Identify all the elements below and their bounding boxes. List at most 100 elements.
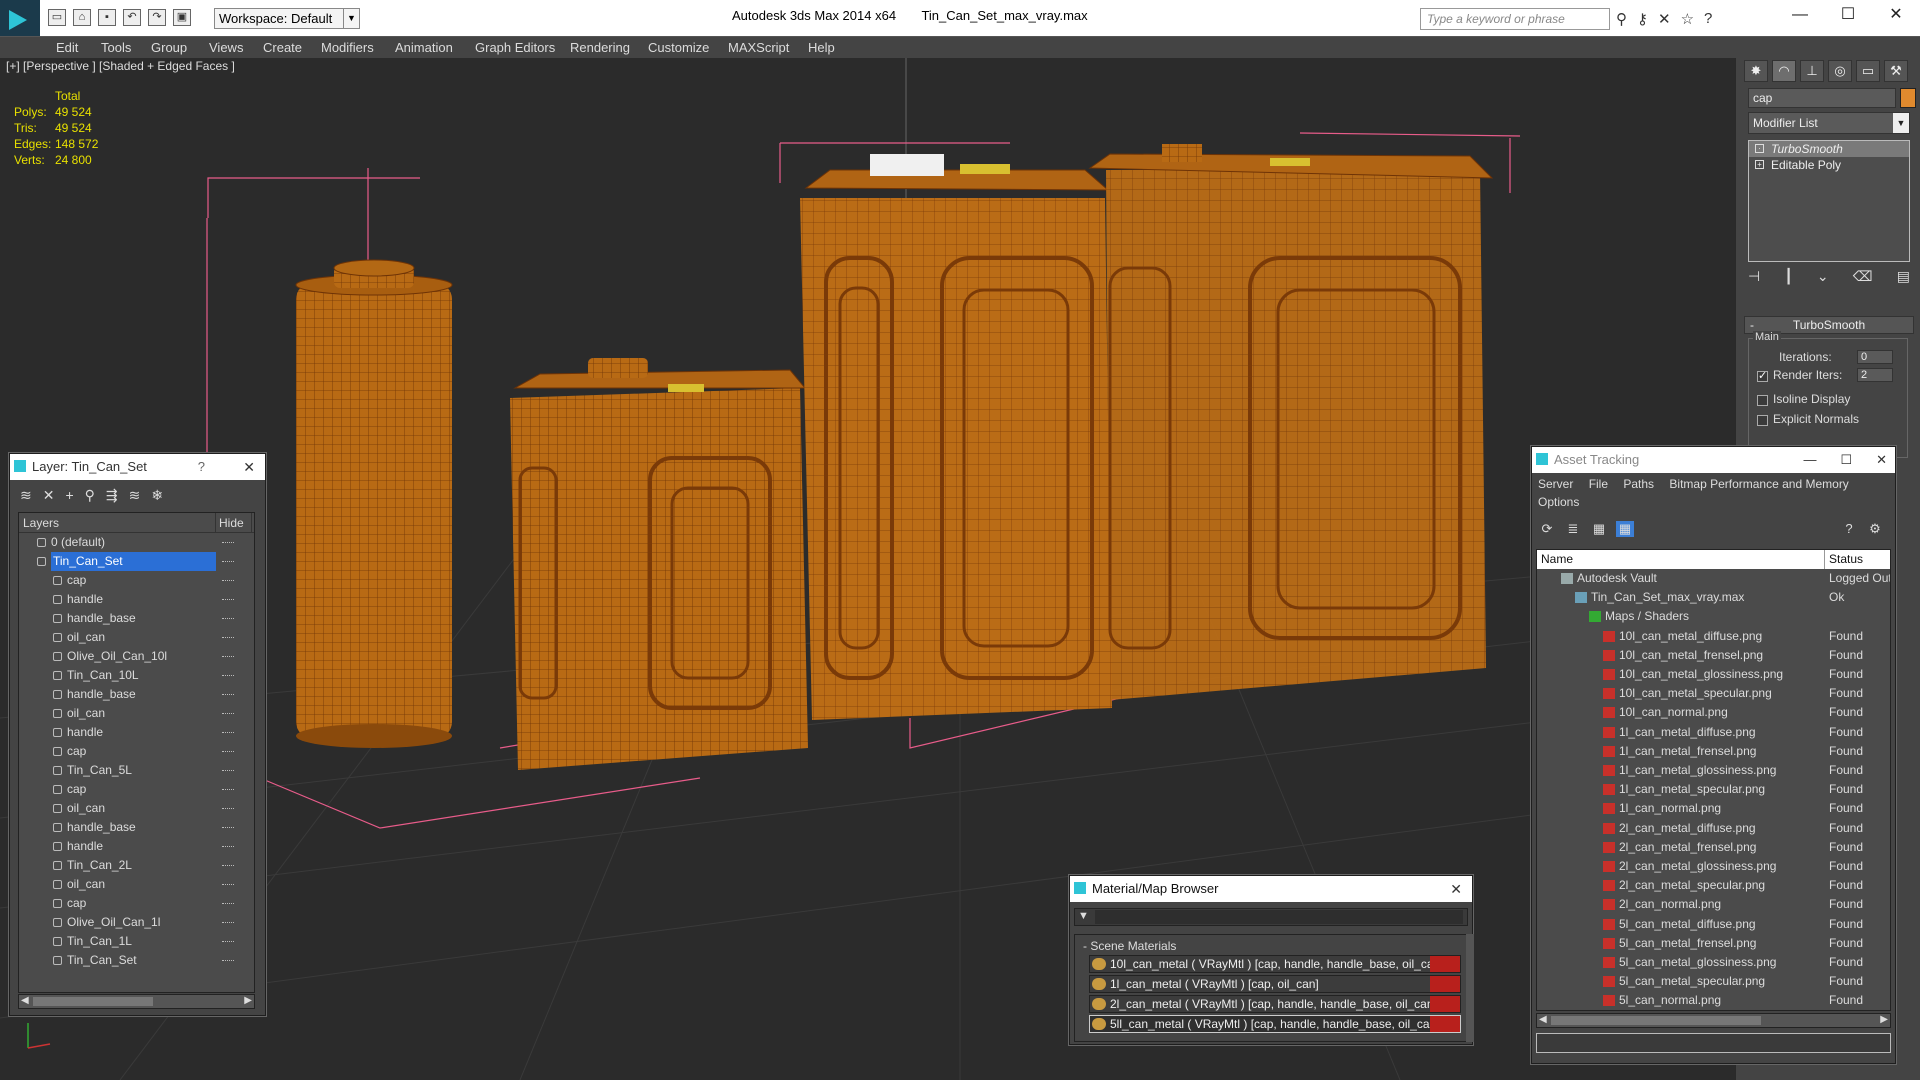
hide-toggle[interactable] bbox=[222, 561, 234, 562]
layer-row[interactable]: handle_base bbox=[19, 609, 254, 628]
scroll-thumb[interactable] bbox=[33, 997, 153, 1006]
freeze-all-layers-icon[interactable]: ❄ bbox=[151, 487, 163, 504]
menu-server[interactable]: Server bbox=[1538, 477, 1573, 491]
close-icon[interactable]: ✕ bbox=[1450, 876, 1462, 902]
asset-row[interactable]: 2l_can_metal_glossiness.png Found bbox=[1537, 857, 1890, 876]
lightbulb-icon[interactable]: · bbox=[1755, 144, 1764, 153]
layer-row[interactable]: cap bbox=[19, 742, 254, 761]
asset-window-titlebar[interactable]: Asset Tracking — ☐ ✕ bbox=[1532, 447, 1895, 473]
menu-graph-editors[interactable]: Graph Editors bbox=[475, 40, 555, 55]
hide-toggle[interactable] bbox=[222, 903, 234, 904]
workspace-dropdown[interactable]: Workspace: Default ▼ bbox=[214, 8, 360, 29]
select-layer-objects-icon[interactable]: ⚲ bbox=[85, 487, 95, 504]
layer-row[interactable]: handle bbox=[19, 837, 254, 856]
hide-toggle[interactable] bbox=[222, 751, 234, 752]
layer-row[interactable]: cap bbox=[19, 780, 254, 799]
menu-modifiers[interactable]: Modifiers bbox=[321, 40, 374, 55]
stack-item-turbosmooth[interactable]: · TurboSmooth bbox=[1749, 141, 1909, 157]
redo-icon[interactable]: ↷ bbox=[148, 9, 166, 26]
layer-row[interactable]: oil_can bbox=[19, 875, 254, 894]
exchange-icon[interactable]: ✕ bbox=[1658, 10, 1671, 28]
column-hide[interactable]: Hide bbox=[215, 513, 244, 533]
hide-toggle[interactable] bbox=[222, 922, 234, 923]
save-file-icon[interactable]: ▪ bbox=[98, 9, 116, 26]
scroll-right-icon[interactable]: ▶ bbox=[1880, 1014, 1888, 1025]
material-item[interactable]: 2l_can_metal ( VRayMtl ) [cap, handle, h… bbox=[1089, 995, 1461, 1013]
layer-row[interactable]: handle bbox=[19, 723, 254, 742]
viewport-label-menu[interactable]: [+] [Perspective ] [Shaded + Edged Faces… bbox=[6, 59, 235, 73]
layer-row[interactable]: handle bbox=[19, 590, 254, 609]
layer-row[interactable]: Tin_Can_Set bbox=[19, 951, 254, 970]
help-search-input[interactable]: Type a keyword or phrase bbox=[1420, 8, 1610, 30]
explicit-normals-checkbox[interactable] bbox=[1757, 415, 1768, 426]
hide-toggle[interactable] bbox=[222, 542, 234, 543]
modify-tab-icon[interactable]: ◠ bbox=[1772, 60, 1796, 82]
menu-rendering[interactable]: Rendering bbox=[570, 40, 630, 55]
hide-toggle[interactable] bbox=[222, 789, 234, 790]
hide-toggle[interactable] bbox=[222, 694, 234, 695]
material-browser-titlebar[interactable]: Material/Map Browser ✕ bbox=[1070, 876, 1472, 902]
asset-row[interactable]: 2l_can_metal_frensel.png Found bbox=[1537, 838, 1890, 857]
display-tab-icon[interactable]: ▭ bbox=[1856, 60, 1880, 82]
layer-row[interactable]: oil_can bbox=[19, 628, 254, 647]
hide-toggle[interactable] bbox=[222, 884, 234, 885]
scroll-right-icon[interactable]: ▶ bbox=[244, 995, 252, 1006]
maximize-icon[interactable]: ☐ bbox=[1840, 447, 1852, 473]
layer-row[interactable]: Tin_Can_5L bbox=[19, 761, 254, 780]
show-end-result-icon[interactable]: ┃ bbox=[1784, 268, 1792, 285]
detail-view-icon[interactable]: ▦ bbox=[1590, 521, 1608, 537]
asset-row[interactable]: 5l_can_metal_diffuse.png Found bbox=[1537, 915, 1890, 934]
layer-row[interactable]: cap bbox=[19, 571, 254, 590]
menu-file[interactable]: File bbox=[1589, 477, 1608, 491]
help-icon[interactable]: ? bbox=[1840, 521, 1858, 537]
create-tab-icon[interactable]: ✸ bbox=[1744, 60, 1768, 82]
menu-views[interactable]: Views bbox=[209, 40, 243, 55]
layer-window-titlebar[interactable]: Layer: Tin_Can_Set ? ✕ bbox=[10, 454, 265, 480]
asset-row[interactable]: 1l_can_metal_diffuse.png Found bbox=[1537, 723, 1890, 742]
maximize-button[interactable]: ☐ bbox=[1824, 0, 1872, 32]
material-item[interactable]: 10l_can_metal ( VRayMtl ) [cap, handle, … bbox=[1089, 955, 1461, 973]
hide-toggle[interactable] bbox=[222, 960, 234, 961]
scroll-thumb[interactable] bbox=[1551, 1016, 1761, 1025]
asset-row[interactable]: 10l_can_metal_diffuse.png Found bbox=[1537, 627, 1890, 646]
render-iters-checkbox[interactable] bbox=[1757, 369, 1768, 382]
material-item[interactable]: 1l_can_metal ( VRayMtl ) [cap, oil_can] bbox=[1089, 975, 1461, 993]
filter-icon[interactable]: ▼ bbox=[1078, 910, 1089, 922]
column-layers[interactable]: Layers bbox=[23, 513, 59, 533]
layer-row[interactable]: handle_base bbox=[19, 685, 254, 704]
asset-row[interactable]: 10l_can_normal.png Found bbox=[1537, 703, 1890, 722]
hide-toggle[interactable] bbox=[222, 865, 234, 866]
column-status[interactable]: Status bbox=[1824, 550, 1863, 569]
menu-edit[interactable]: Edit bbox=[56, 40, 78, 55]
menu-customize[interactable]: Customize bbox=[648, 40, 709, 55]
material-search-input[interactable] bbox=[1095, 910, 1463, 924]
binoculars-icon[interactable]: ⚲ bbox=[1616, 10, 1627, 28]
delete-layer-icon[interactable]: ✕ bbox=[43, 487, 55, 504]
scroll-left-icon[interactable]: ◀ bbox=[1539, 1014, 1547, 1025]
hide-toggle[interactable] bbox=[222, 656, 234, 657]
asset-row[interactable]: 5l_can_normal.png Found bbox=[1537, 991, 1890, 1010]
make-unique-icon[interactable]: ⌄ bbox=[1817, 268, 1829, 285]
new-file-icon[interactable]: ▭ bbox=[48, 9, 66, 26]
configure-sets-icon[interactable]: ▤ bbox=[1897, 268, 1910, 285]
asset-row[interactable]: 5l_can_metal_glossiness.png Found bbox=[1537, 953, 1890, 972]
menu-create[interactable]: Create bbox=[263, 40, 302, 55]
highlight-selected-icon[interactable]: ⇶ bbox=[106, 487, 118, 504]
stack-item-editable-poly[interactable]: + Editable Poly bbox=[1749, 157, 1909, 173]
add-to-layer-icon[interactable]: + bbox=[65, 487, 73, 504]
refresh-icon[interactable]: ⟳ bbox=[1538, 521, 1556, 537]
menu-tools[interactable]: Tools bbox=[101, 40, 131, 55]
layer-row[interactable]: handle_base bbox=[19, 818, 254, 837]
scene-materials-header[interactable]: - Scene Materials bbox=[1083, 939, 1176, 953]
menu-bitmap-performance[interactable]: Bitmap Performance and Memory bbox=[1669, 477, 1848, 491]
menu-options[interactable]: Options bbox=[1538, 495, 1579, 509]
expand-plus-icon[interactable]: + bbox=[1755, 160, 1764, 169]
hide-toggle[interactable] bbox=[222, 675, 234, 676]
menu-paths[interactable]: Paths bbox=[1623, 477, 1654, 491]
asset-row[interactable]: 10l_can_metal_glossiness.png Found bbox=[1537, 665, 1890, 684]
asset-horizontal-scrollbar[interactable]: ◀ ▶ bbox=[1536, 1013, 1891, 1028]
hide-toggle[interactable] bbox=[222, 599, 234, 600]
key-icon[interactable]: ⚷ bbox=[1637, 10, 1648, 28]
layer-row[interactable]: Tin_Can_10L bbox=[19, 666, 254, 685]
isoline-display-checkbox[interactable] bbox=[1757, 395, 1768, 406]
